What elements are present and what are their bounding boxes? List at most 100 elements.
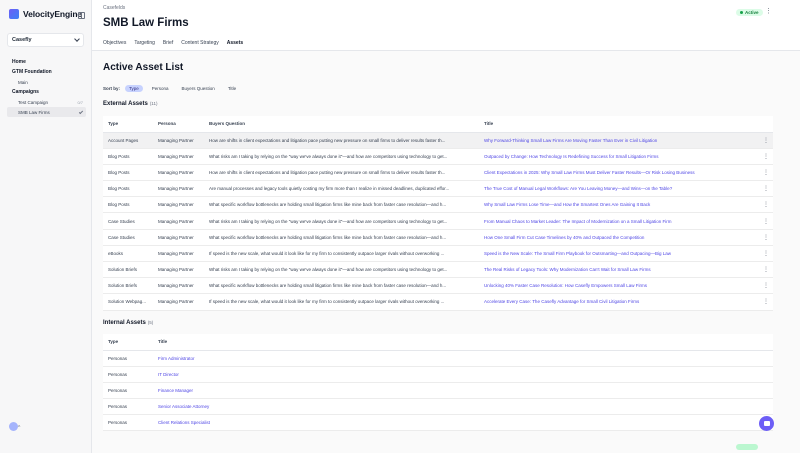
page-title: SMB Law Firms [103,17,189,29]
cell-type: Personas [103,366,153,383]
cell-type: Blog Posts [103,164,153,182]
cell-buyers-question: What specific workflow bottlenecks are h… [204,229,479,246]
cell-buyers-question: What risks am I taking by relying on the… [204,148,479,165]
kebab-icon[interactable]: ⋮ [759,245,773,263]
table-row[interactable]: Case Studies Managing Partner What risks a… [103,212,773,230]
sidebar-collapse-icon[interactable] [78,12,85,19]
chevron-down-icon [74,36,80,42]
brand[interactable]: VelocityEngine [9,9,82,19]
chat-button[interactable] [759,416,774,431]
internal-assets-heading: Internal Assets (5) [103,320,153,326]
chat-icon [763,421,770,426]
cell-title[interactable]: Senior Associate Attorney [153,398,773,416]
table-row[interactable]: Blog Posts Managing Partner What risks am … [103,148,773,165]
cell-persona: Managing Partner [153,148,204,165]
cell-persona: Managing Partner [153,212,204,230]
column-header[interactable]: Type [103,334,153,351]
group-title: Internal Assets [103,320,146,326]
table-row[interactable]: Blog Posts Managing Partner What specific … [103,196,773,214]
sort-option-title[interactable]: Title [224,85,240,92]
avatar[interactable] [9,422,18,431]
cell-title[interactable]: From Manual Chaos to Market Leader: The … [479,212,759,230]
sort-option-persona[interactable]: Persona [148,85,173,92]
column-header[interactable]: Type [103,116,153,133]
cell-title[interactable]: Why Small Law Firms Lose Time—and How th… [479,196,759,214]
cell-buyers-question: If speed is the new scale, what would it… [204,245,479,263]
table-row[interactable]: Blog Posts Managing Partner How are shifts… [103,164,773,182]
column-header[interactable]: Buyers Question [204,116,479,133]
cell-type: Personas [103,414,153,432]
cell-title[interactable]: Outpaced by Change: How Technology Is Re… [479,148,759,165]
external-assets-table: Type Persona Buyers Question Title Accou… [103,116,773,311]
cell-title[interactable]: Unlocking 40% Faster Case Resolution: Ho… [479,277,759,295]
status-badge: Active [736,9,763,16]
table-body: Account Pages Managing Partner How are shi… [103,132,773,311]
table-row[interactable]: eBooks Managing Partner If speed is the ne… [103,245,773,263]
cell-title[interactable]: Speed is the New Scale: The Small Firm P… [479,245,759,263]
sidebar-item-campaigns[interactable]: Campaigns [7,87,86,97]
cell-title[interactable]: The True Cost of Manual Legal Workflows:… [479,180,759,198]
sort-option-type[interactable]: Type [125,85,143,92]
cell-type: eBooks [103,245,153,263]
cell-type: Case Studies [103,212,153,230]
sidebar: VelocityEngine Casefly Home GTM Foundati… [0,0,92,453]
kebab-icon[interactable]: ⋮ [759,229,773,246]
sidebar-nav: Home GTM Foundation Main Campaigns Test … [7,57,86,117]
table-row[interactable]: Blog Posts Managing Partner Are manual pro… [103,180,773,198]
main-area: Casefelds SMB Law Firms Active ⋮ Objecti… [92,0,800,453]
kebab-icon[interactable]: ⋮ [759,164,773,182]
table-row[interactable]: Personas Senior Associate Attorney [103,398,773,416]
group-title: External Assets [103,101,148,107]
table-row[interactable]: Personas IT Director [103,366,773,383]
workspace-selector[interactable]: Casefly [7,33,84,47]
cell-buyers-question: If speed is the new scale, what would it… [204,293,479,311]
group-count: (11) [149,101,158,106]
cell-title[interactable]: Client Relations Specialist [153,414,773,432]
cell-title[interactable]: Why Forward-Thinking Small Law Firms Are… [479,132,759,149]
table-row[interactable]: Personas Client Relations Specialist [103,414,773,432]
cell-buyers-question: What specific workflow bottlenecks are h… [204,196,479,214]
cell-title[interactable]: The Real Risks of Legacy Tools: Why Mode… [479,261,759,279]
cell-title[interactable]: Accelerate Every Case: The Casefly Advan… [479,293,759,311]
sort-option-buyers-question[interactable]: Buyers Question [178,85,219,92]
cell-buyers-question: How are shifts in client expectations an… [204,132,479,149]
table-row[interactable]: Case Studies Managing Partner What specifi… [103,229,773,246]
cell-title[interactable]: IT Director [153,366,773,383]
table-row[interactable]: Solution Briefs Managing Partner What risk… [103,261,773,279]
table-row[interactable]: Personas Firm Administrator [103,350,773,367]
cell-title[interactable]: Finance Manager [153,382,773,400]
sidebar-item-gtm-foundation[interactable]: GTM Foundation [7,67,86,77]
table-row[interactable]: Solution Webpag... Managing Partner If spe… [103,293,773,311]
column-header[interactable]: Persona [153,116,204,133]
chevron-up-icon[interactable]: ^ [18,425,20,431]
breadcrumb[interactable]: Casefelds [103,5,125,11]
column-header[interactable]: Title [479,116,759,133]
cell-persona: Managing Partner [153,132,204,149]
sidebar-item-home[interactable]: Home [7,57,86,67]
sidebar-item-main[interactable]: Main [7,77,86,87]
column-header[interactable]: Title [153,334,773,351]
kebab-icon[interactable]: ⋮ [759,277,773,295]
table-header-row: Type Title [103,334,773,351]
kebab-icon[interactable]: ⋮ [759,180,773,198]
kebab-icon[interactable]: ⋮ [759,212,773,230]
sort-bar: Sort by: Type Persona Buyers Question Ti… [103,85,240,92]
kebab-icon[interactable]: ⋮ [759,148,773,165]
kebab-icon[interactable]: ⋮ [759,132,773,149]
sidebar-item-label: Test Campaign [18,99,49,105]
sidebar-item-smb-law-firms[interactable]: SMB Law Firms [7,107,86,117]
sidebar-item-test-campaign[interactable]: Test Campaign 0/7 [7,97,86,107]
cell-title[interactable]: Client Expectations in 2025: Why Small L… [479,164,759,182]
cell-buyers-question: What risks am I taking by relying on the… [204,212,479,230]
kebab-icon[interactable]: ⋮ [759,293,773,311]
table-row[interactable]: Personas Finance Manager [103,382,773,400]
table-row[interactable]: Account Pages Managing Partner How are shi… [103,132,773,149]
kebab-icon[interactable]: ⋮ [765,7,772,15]
cell-title[interactable]: Firm Administrator [153,350,773,367]
cell-type: Blog Posts [103,196,153,214]
cell-persona: Managing Partner [153,196,204,214]
kebab-icon[interactable]: ⋮ [759,196,773,214]
table-row[interactable]: Solution Briefs Managing Partner What spec… [103,277,773,295]
kebab-icon[interactable]: ⋮ [759,261,773,279]
cell-title[interactable]: How One Small Firm Cut Case Timelines by… [479,229,759,246]
